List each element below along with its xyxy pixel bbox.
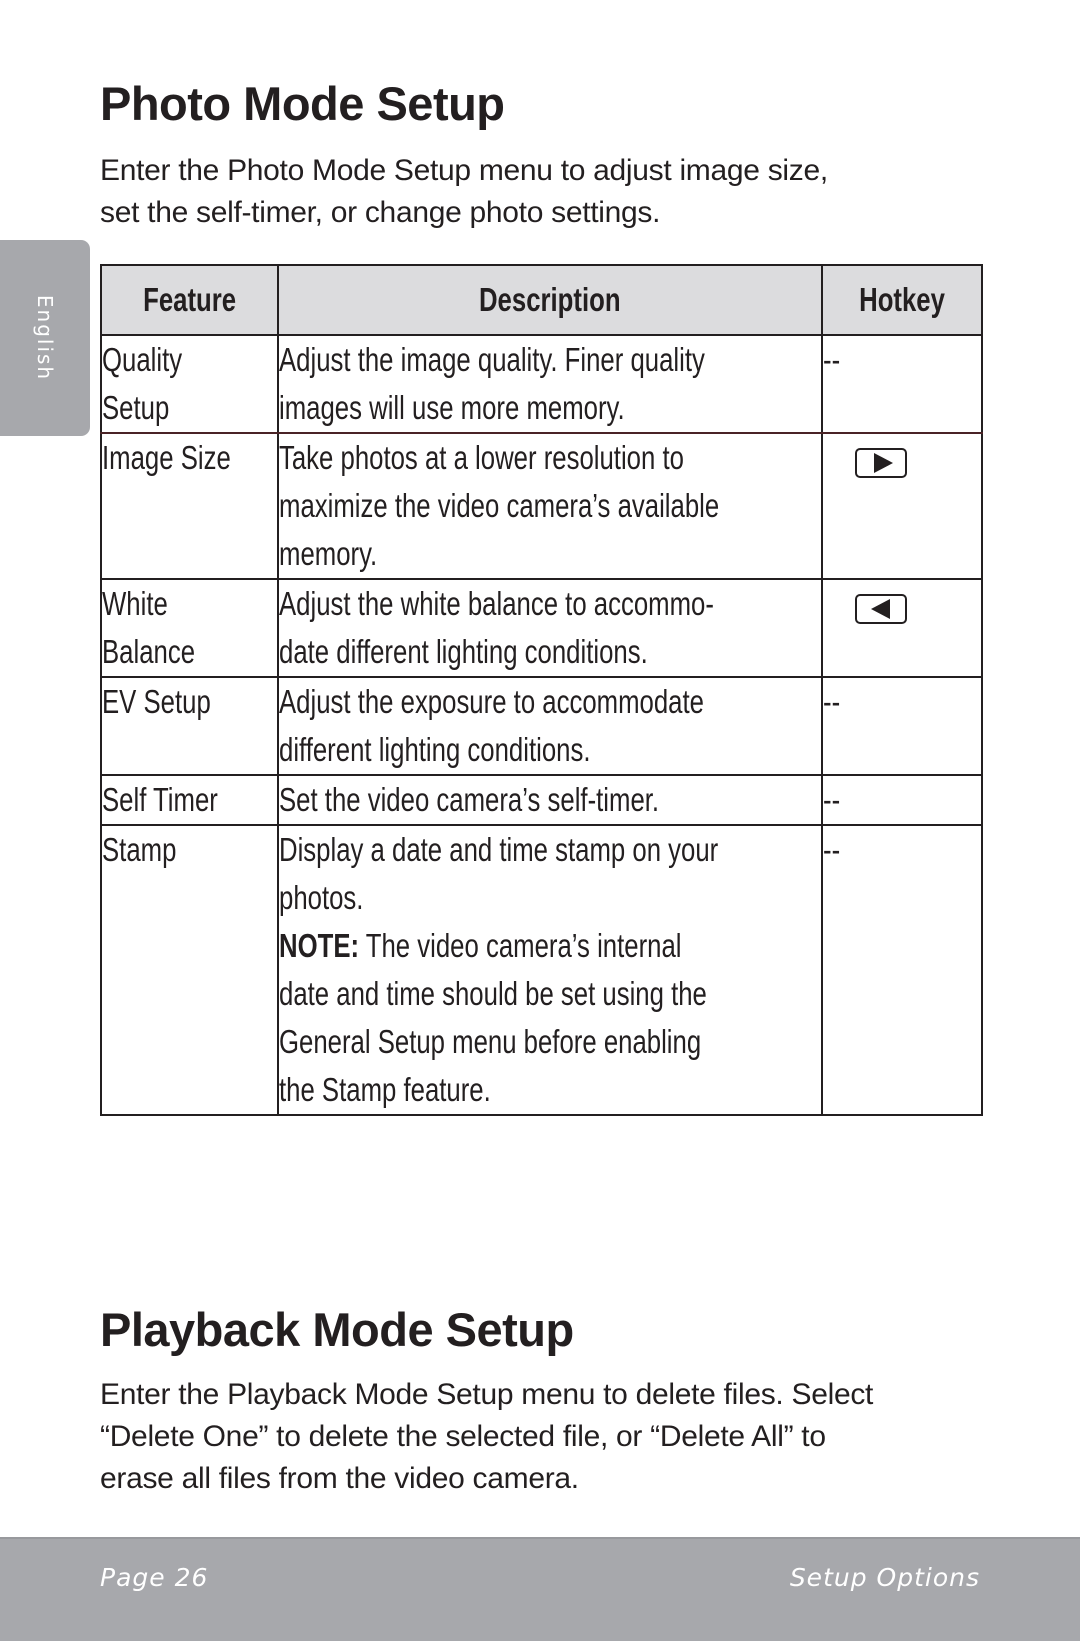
intro-line: Enter the Playback Mode Setup menu to de… bbox=[100, 1378, 874, 1411]
feature-text: Balance bbox=[102, 633, 196, 670]
description-text: Set the video camera’s self-timer. bbox=[279, 781, 660, 818]
description-text: Display a date and time stamp on your bbox=[279, 831, 719, 868]
table-row-ev-setup: EV Setup Adjust the exposure to accommoda… bbox=[100, 676, 983, 776]
description-cell: Adjust the image quality. Finer quality i… bbox=[277, 334, 823, 434]
table-row-stamp: Stamp Display a date and time stamp on yo… bbox=[100, 824, 983, 1116]
hotkey-cell: -- bbox=[821, 774, 983, 826]
note-text-continued: General Setup menu before enabling bbox=[279, 1023, 702, 1060]
photo-mode-setup-heading: Photo Mode Setup bbox=[100, 77, 505, 130]
hotkey-text: -- bbox=[823, 831, 841, 868]
feature-text: EV Setup bbox=[102, 683, 211, 720]
note-text-continued: the Stamp feature. bbox=[279, 1071, 491, 1108]
description-text: Adjust the image quality. Finer quality bbox=[279, 341, 705, 378]
hotkey-cell: -- bbox=[821, 334, 983, 434]
language-tab: English bbox=[0, 240, 90, 436]
description-text: maximize the video camera’s available bbox=[279, 487, 720, 524]
hotkey-cell bbox=[821, 432, 983, 580]
description-text: memory. bbox=[279, 535, 378, 572]
feature-text: Setup bbox=[102, 389, 170, 426]
hotkey-cell: -- bbox=[821, 824, 983, 1116]
hotkey-cell: -- bbox=[821, 676, 983, 776]
table-row-white-balance: White Balance Adjust the white balance to … bbox=[100, 578, 983, 678]
feature-text: White bbox=[102, 585, 168, 622]
column-header-feature: Feature bbox=[100, 264, 279, 336]
feature-cell: Stamp bbox=[100, 824, 279, 1116]
feature-cell: Image Size bbox=[100, 432, 279, 580]
page-number: Page 26 bbox=[100, 1563, 209, 1592]
intro-line: “Delete One” to delete the selected file… bbox=[100, 1420, 826, 1453]
table-row-quality: Quality Setup Adjust the image quality. Fi… bbox=[100, 334, 983, 434]
description-cell: Display a date and time stamp on your pho… bbox=[277, 824, 823, 1116]
feature-cell: EV Setup bbox=[100, 676, 279, 776]
feature-text: Self Timer bbox=[102, 781, 218, 818]
description-cell: Set the video camera’s self-timer. bbox=[277, 774, 823, 826]
hotkey-text: -- bbox=[823, 781, 841, 818]
playback-mode-setup-heading: Playback Mode Setup bbox=[100, 1303, 574, 1356]
feature-text: Image Size bbox=[102, 439, 231, 476]
intro-line: erase all files from the video camera. bbox=[100, 1462, 579, 1495]
note-text-continued: date and time should be set using the bbox=[279, 975, 707, 1012]
feature-text: Quality bbox=[102, 341, 183, 378]
note-text: NOTE: The video camera’s internal bbox=[279, 927, 682, 964]
playback-mode-intro: Enter the Playback Mode Setup menu to de… bbox=[100, 1374, 1000, 1500]
note-label: NOTE: bbox=[279, 927, 360, 964]
left-arrow-key-icon bbox=[855, 594, 907, 624]
hotkey-text: -- bbox=[823, 683, 841, 720]
hotkey-text: -- bbox=[823, 341, 841, 378]
hotkey-cell bbox=[821, 578, 983, 678]
description-cell: Take photos at a lower resolution to maxi… bbox=[277, 432, 823, 580]
description-text: different lighting conditions. bbox=[279, 731, 591, 768]
table-row-self-timer: Self Timer Set the video camera’s self-ti… bbox=[100, 774, 983, 826]
description-text: date different lighting conditions. bbox=[279, 633, 648, 670]
language-tab-label: English bbox=[33, 294, 57, 382]
intro-line: Enter the Photo Mode Setup menu to adjus… bbox=[100, 154, 828, 187]
column-header-description: Description bbox=[277, 264, 823, 336]
table-header-row: Feature Description Hotkey bbox=[100, 264, 983, 336]
photo-mode-features-table: Feature Description Hotkey Quality Setup A… bbox=[100, 264, 983, 1116]
photo-mode-intro: Enter the Photo Mode Setup menu to adjus… bbox=[100, 150, 1000, 234]
feature-text: Stamp bbox=[102, 831, 177, 868]
feature-cell: Quality Setup bbox=[100, 334, 279, 434]
feature-cell: White Balance bbox=[100, 578, 279, 678]
page-footer: Page 26 Setup Options bbox=[0, 1537, 1080, 1641]
column-header-hotkey: Hotkey bbox=[821, 264, 983, 336]
description-cell: Adjust the exposure to accommodate differ… bbox=[277, 676, 823, 776]
description-text: Adjust the exposure to accommodate bbox=[279, 683, 704, 720]
description-cell: Adjust the white balance to accommo-date… bbox=[277, 578, 823, 678]
description-text: images will use more memory. bbox=[279, 389, 625, 426]
intro-line: set the self-timer, or change photo sett… bbox=[100, 196, 661, 229]
section-name: Setup Options bbox=[789, 1563, 980, 1592]
right-arrow-key-icon bbox=[855, 448, 907, 478]
table-row-image-size: Image Size Take photos at a lower resolut… bbox=[100, 432, 983, 580]
description-text: Take photos at a lower resolution to bbox=[279, 439, 684, 476]
description-text: Adjust the white balance to accommo- bbox=[279, 585, 714, 622]
feature-cell: Self Timer bbox=[100, 774, 279, 826]
description-text: photos. bbox=[279, 879, 364, 916]
